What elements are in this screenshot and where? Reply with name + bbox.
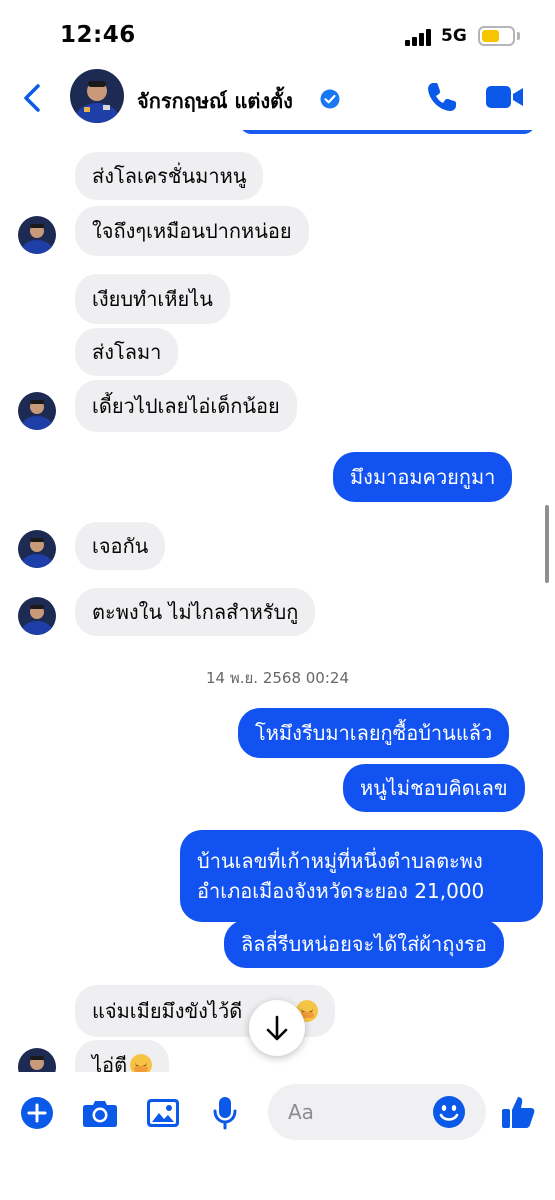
arrow-down-icon xyxy=(266,1015,288,1041)
voice-call-button[interactable] xyxy=(425,80,459,114)
network-type: 5G xyxy=(441,26,467,46)
battery-fill xyxy=(482,30,499,42)
voice-message-button[interactable] xyxy=(212,1096,238,1134)
message-bubble-incoming[interactable]: ใจถึงๆเหมือนปากหน่อย xyxy=(75,206,309,256)
image-icon xyxy=(147,1099,179,1127)
message-bubble-outgoing[interactable]: ลิลลี่รีบหน่อยจะได้ใส่ผ้าถุงรอ xyxy=(224,920,504,968)
chat-header: จักรกฤษณ์ แต่งตั้ง xyxy=(0,60,555,135)
message-input[interactable] xyxy=(288,1098,438,1126)
microphone-icon xyxy=(213,1097,237,1130)
battery-tip xyxy=(517,32,520,40)
message-bubble-outgoing[interactable]: มึงมาอมควยกูมา xyxy=(333,452,513,502)
video-camera-icon xyxy=(486,86,523,108)
face-with-hand-over-mouth-icon xyxy=(130,1054,153,1072)
message-line: อำเภอเมืองจังหวัดระยอง 21,000 xyxy=(197,879,485,903)
status-bar: 12:46 5G xyxy=(0,0,555,60)
message-bubble-incoming[interactable]: เงียบทำเหียไน xyxy=(75,274,230,324)
verified-badge-icon xyxy=(320,89,340,109)
plus-icon xyxy=(21,1097,53,1129)
contact-avatar[interactable] xyxy=(70,69,124,123)
scroll-to-bottom-button[interactable] xyxy=(249,1000,305,1056)
sender-avatar xyxy=(18,216,56,254)
camera-icon xyxy=(83,1101,117,1127)
message-bubble-incoming[interactable]: ส่งโลมา xyxy=(75,328,179,376)
message-bubble-incoming[interactable]: ตะพงใน ไม่ไกลสำหรับกู xyxy=(75,588,316,636)
back-button[interactable] xyxy=(18,80,50,116)
message-text: แจ่มเมียมึงขังไว้ดี xyxy=(92,999,243,1023)
emoji-smile-icon xyxy=(433,1096,465,1128)
video-call-button[interactable] xyxy=(485,82,525,112)
message-bubble-incoming[interactable]: เดี้ยวไปเลยไอ่เด็กน้อย xyxy=(75,380,297,432)
sender-avatar xyxy=(18,597,56,635)
sender-avatar xyxy=(18,392,56,430)
gallery-button[interactable] xyxy=(146,1098,180,1132)
camera-button[interactable] xyxy=(82,1098,118,1132)
message-bubble-partial xyxy=(240,130,535,134)
plus-button[interactable] xyxy=(20,1096,54,1134)
phone-icon xyxy=(428,83,456,111)
message-line: บ้านเลขที่เก้าหมู่ที่หนึ่งตำบลตะพง xyxy=(197,849,483,873)
message-bubble-incoming[interactable]: ไอ่ตี xyxy=(75,1040,170,1072)
back-arrow-icon xyxy=(24,84,40,112)
message-bubble-outgoing[interactable]: หนูไม่ชอบคิดเลข xyxy=(343,764,525,812)
message-bubble-incoming[interactable]: ส่งโลเครชั่นมาหนู xyxy=(75,152,264,200)
like-button[interactable] xyxy=(500,1094,536,1134)
emoji-button[interactable] xyxy=(432,1095,466,1133)
composer-bar xyxy=(0,1072,555,1200)
cellular-signal-icon xyxy=(405,28,435,46)
message-input-box[interactable] xyxy=(268,1084,486,1140)
battery-icon xyxy=(478,26,515,46)
message-bubble-outgoing[interactable]: โหมึงรีบมาเลยกูซื้อบ้านแล้ว xyxy=(238,708,510,758)
message-bubble-incoming[interactable]: เจอกัน xyxy=(75,522,166,570)
sender-avatar xyxy=(18,530,56,568)
status-time: 12:46 xyxy=(60,22,136,48)
thumbs-up-icon xyxy=(502,1097,535,1128)
sender-avatar xyxy=(18,1048,56,1072)
message-bubble-outgoing[interactable]: บ้านเลขที่เก้าหมู่ที่หนึ่งตำบลตะพง อำเภอ… xyxy=(180,830,543,922)
message-list[interactable]: ส่งโลเครชั่นมาหนู ใจถึงๆเหมือนปากหน่อย เ… xyxy=(0,130,555,1072)
contact-name[interactable]: จักรกฤษณ์ แต่งตั้ง xyxy=(137,85,293,117)
message-timestamp: 14 พ.ย. 2568 00:24 xyxy=(205,669,349,687)
scrollbar[interactable] xyxy=(545,505,549,583)
message-text: ไอ่ตี xyxy=(92,1053,128,1072)
